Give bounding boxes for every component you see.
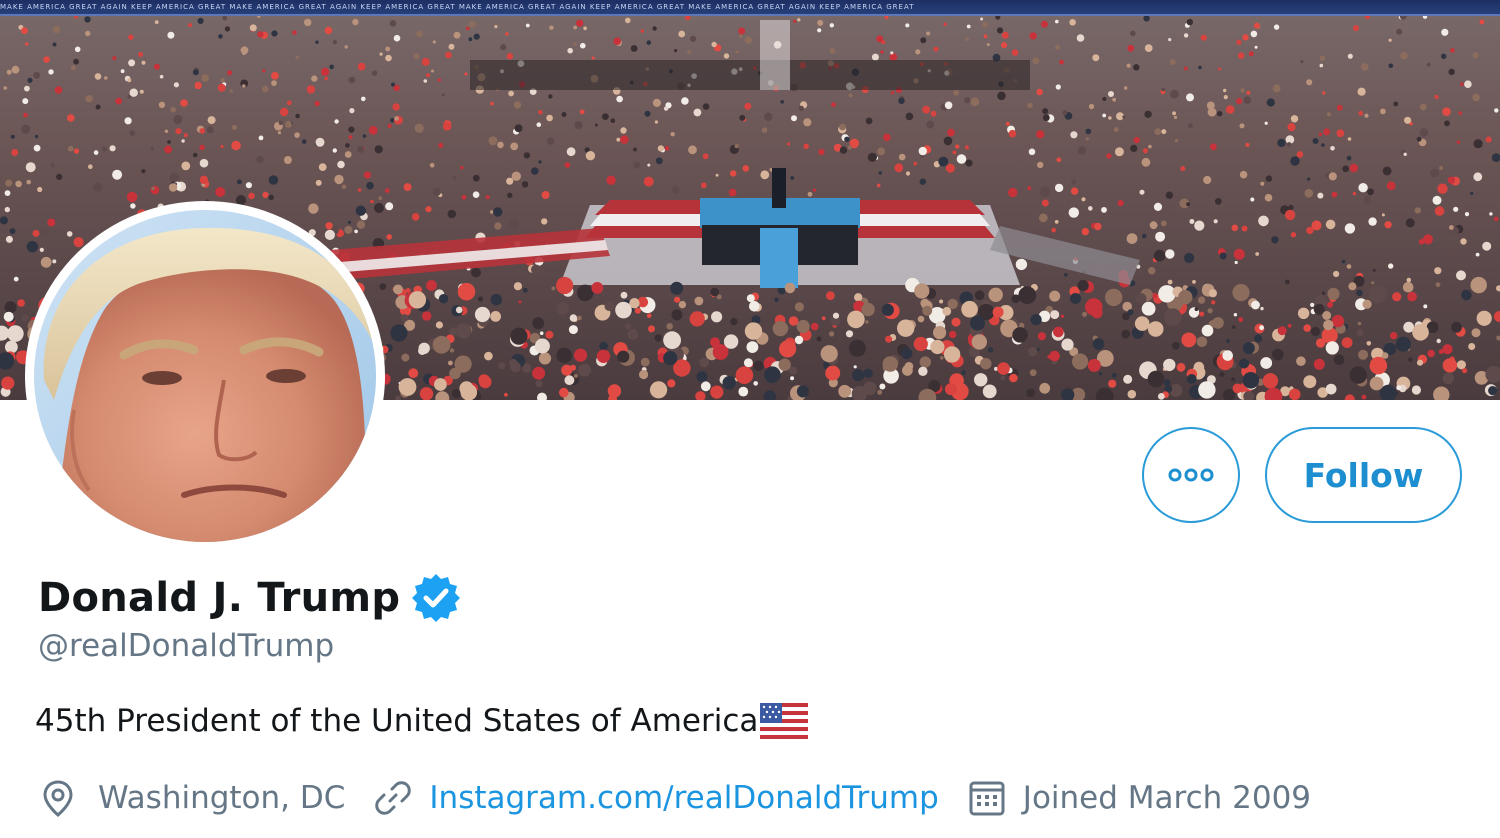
more-dots-icon bbox=[1168, 468, 1214, 482]
profile-page: MAKE AMERICA GREAT AGAIN KEEP AMERICA GR… bbox=[0, 0, 1500, 838]
banner-ticker: MAKE AMERICA GREAT AGAIN KEEP AMERICA GR… bbox=[0, 0, 1500, 16]
website-link[interactable]: Instagram.com/realDonaldTrump bbox=[429, 780, 938, 816]
bio-text: 45th President of the United States of A… bbox=[35, 703, 759, 739]
joined-item: Joined March 2009 bbox=[967, 778, 1311, 818]
location-pin-icon bbox=[43, 780, 73, 817]
avatar-photo bbox=[34, 210, 376, 542]
profile-avatar[interactable] bbox=[25, 201, 385, 551]
verified-badge-icon bbox=[412, 574, 461, 622]
display-name: Donald J. Trump bbox=[38, 575, 401, 621]
profile-bio: 45th President of the United States of A… bbox=[35, 703, 809, 739]
website-item: Instagram.com/realDonaldTrump bbox=[373, 778, 939, 818]
profile-name-row: Donald J. Trump bbox=[38, 570, 464, 626]
location-text: Washington, DC bbox=[98, 780, 346, 816]
calendar-icon bbox=[969, 781, 1005, 816]
link-icon bbox=[375, 781, 412, 815]
profile-handle: @realDonaldTrump bbox=[38, 628, 335, 664]
follow-button[interactable]: Follow bbox=[1265, 427, 1462, 523]
more-options-button[interactable] bbox=[1142, 427, 1240, 523]
profile-meta-row: Washington, DC Instagram.com/realDonaldT… bbox=[38, 775, 1311, 821]
us-flag-icon bbox=[760, 703, 809, 739]
location-item: Washington, DC bbox=[38, 778, 345, 818]
joined-date: Joined March 2009 bbox=[1022, 780, 1312, 816]
